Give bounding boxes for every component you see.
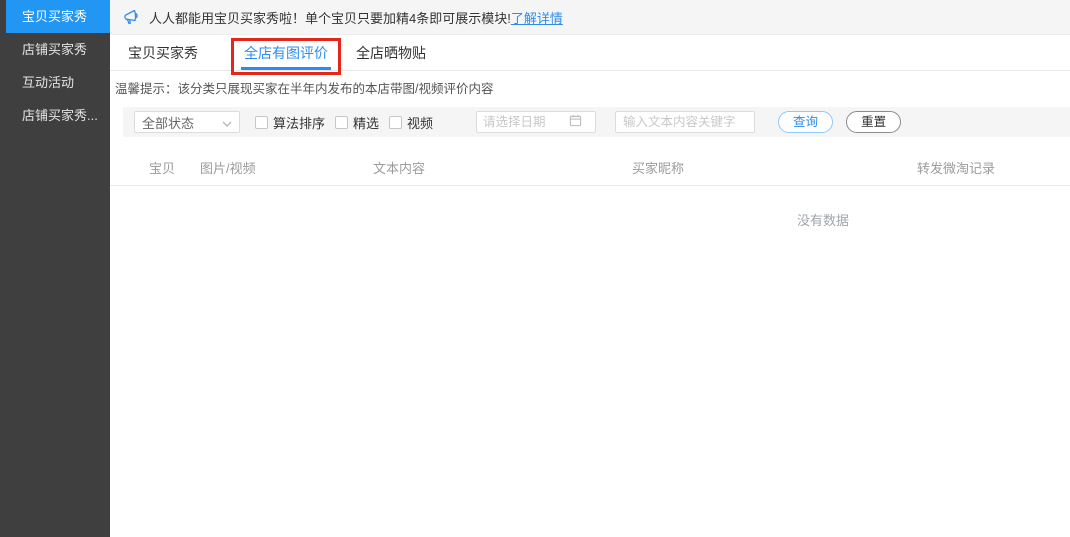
- table-column-header: 图片/视频: [200, 158, 373, 177]
- table-column-header: 宝贝: [149, 158, 200, 177]
- banner-detail-link[interactable]: 了解详情: [511, 8, 563, 27]
- main-content: 人人都能用宝贝买家秀啦！单个宝贝只要加精4条即可展示模块! 了解详情 宝贝买家秀…: [110, 0, 1070, 537]
- status-dropdown[interactable]: 全部状态: [134, 111, 240, 133]
- banner-text: 人人都能用宝贝买家秀啦！单个宝贝只要加精4条即可展示模块!: [149, 8, 511, 27]
- sidebar-item[interactable]: 宝贝买家秀: [6, 0, 110, 33]
- tab[interactable]: 宝贝买家秀: [128, 35, 198, 70]
- app-window: 宝贝买家秀店铺买家秀互动活动店铺买家秀... 人人都能用宝贝买家秀啦！单个宝贝只…: [0, 0, 1070, 537]
- tab-bar: 宝贝买家秀 全店有图评价全店晒物贴: [110, 35, 1070, 71]
- tab[interactable]: 全店晒物贴: [356, 35, 426, 70]
- empty-state-text: 没有数据: [797, 210, 849, 229]
- chevron-down-icon: [222, 115, 232, 130]
- checkbox-label: 精选: [353, 113, 379, 132]
- status-dropdown-value: 全部状态: [142, 113, 194, 132]
- checkbox-label: 算法排序: [273, 113, 325, 132]
- table-body: 没有数据: [110, 186, 1070, 537]
- table-column-header: 文本内容: [373, 158, 632, 177]
- date-picker[interactable]: [476, 111, 596, 133]
- checkbox-icon[interactable]: [255, 116, 268, 129]
- announcement-banner: 人人都能用宝贝买家秀啦！单个宝贝只要加精4条即可展示模块! 了解详情: [110, 0, 1070, 35]
- keyword-input[interactable]: [615, 111, 755, 133]
- query-button[interactable]: 查询: [778, 111, 833, 133]
- filter-checkboxes: 算法排序 精选 视频: [255, 113, 443, 132]
- table-column-header: 转发微淘记录: [917, 158, 1070, 177]
- reset-button[interactable]: 重置: [846, 111, 901, 133]
- filter-checkbox[interactable]: 视频: [389, 113, 433, 132]
- sidebar-item[interactable]: 店铺买家秀: [0, 33, 110, 66]
- megaphone-icon: [122, 7, 142, 27]
- table-header: 宝贝图片/视频文本内容买家昵称转发微淘记录: [110, 150, 1070, 186]
- date-input[interactable]: [483, 115, 569, 129]
- sidebar: 宝贝买家秀店铺买家秀互动活动店铺买家秀...: [0, 0, 110, 537]
- tip-text: 温馨提示：该分类只展现买家在半年内发布的本店带图/视频评价内容: [110, 71, 1070, 107]
- filter-checkbox[interactable]: 精选: [335, 113, 379, 132]
- filter-checkbox[interactable]: 算法排序: [255, 113, 325, 132]
- table-column-header: 买家昵称: [632, 158, 917, 177]
- checkbox-icon[interactable]: [335, 116, 348, 129]
- active-tab-underline: [241, 67, 331, 70]
- calendar-icon: [569, 114, 582, 130]
- sidebar-item[interactable]: 互动活动: [0, 66, 110, 99]
- tab[interactable]: 全店有图评价: [244, 35, 328, 70]
- checkbox-icon[interactable]: [389, 116, 402, 129]
- filter-bar: 全部状态 算法排序 精选 视频: [123, 107, 1070, 137]
- sidebar-item[interactable]: 店铺买家秀...: [0, 99, 110, 132]
- checkbox-label: 视频: [407, 113, 433, 132]
